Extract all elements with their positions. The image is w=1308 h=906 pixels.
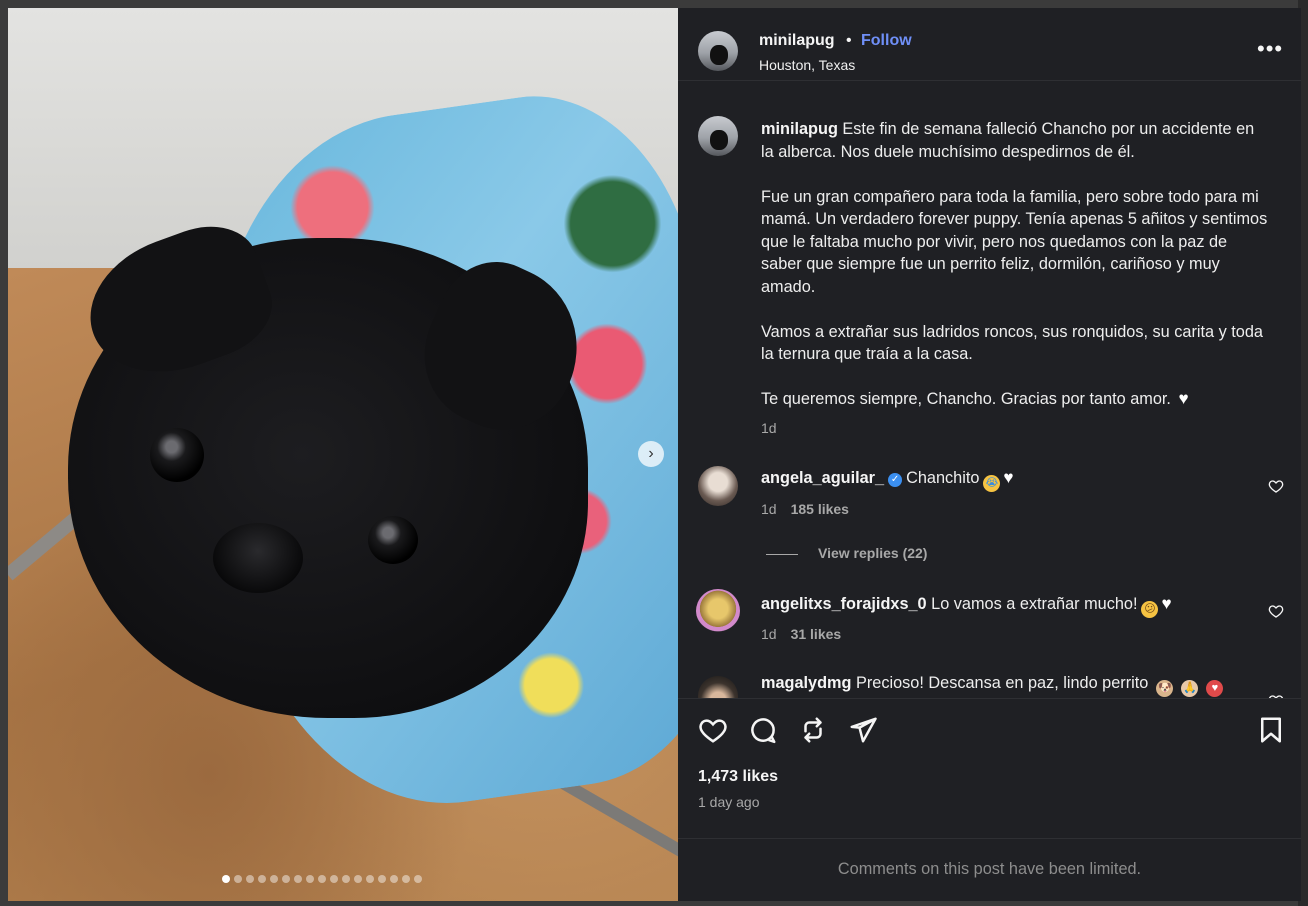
post-side-panel: minilapug • Follow Houston, Texas ••• mi… (678, 8, 1301, 901)
dog-face-emoji: 🐶 (1156, 680, 1174, 697)
carousel-indicator (222, 875, 422, 883)
comment-avatar[interactable] (696, 589, 740, 633)
crying-face-emoji: 😭 (983, 475, 1001, 492)
send-icon[interactable] (848, 715, 878, 745)
comment-avatar[interactable] (698, 676, 738, 698)
comments-limited-notice: Comments on this post have been limited. (837, 860, 1142, 878)
carousel-dot (366, 875, 374, 883)
avatar[interactable] (698, 31, 738, 71)
comment-body: Precioso! Descansa en paz, lindo perrito (856, 674, 1149, 692)
carousel-dot (354, 875, 362, 883)
comments-footer: Comments on this post have been limited. (678, 838, 1301, 901)
comment-avatar[interactable] (698, 466, 738, 506)
photo-pug-nose (213, 523, 303, 593)
caption-paragraph: Te queremos siempre, Chancho. Gracias po… (761, 390, 1171, 408)
post-modal: › minilapug • Follow Houston, Texas ••• … (8, 8, 1301, 901)
white-heart-emoji: ♥ (1161, 594, 1172, 613)
location-link[interactable]: Houston, Texas (759, 57, 855, 73)
post-timestamp[interactable]: 1 day ago (698, 794, 760, 810)
likes-count[interactable]: 1,473 likes (698, 768, 778, 786)
comment-like-heart-icon[interactable] (1268, 603, 1284, 619)
carousel-dot (294, 875, 302, 883)
carousel-dot (318, 875, 326, 883)
follow-button[interactable]: Follow (861, 32, 912, 50)
photo-pug-eye (368, 516, 418, 564)
comment-time[interactable]: 1d (761, 501, 777, 517)
carousel-dot (282, 875, 290, 883)
comment-username[interactable]: magalydmg (761, 674, 851, 692)
comment-body: Lo vamos a extrañar mucho! (931, 595, 1138, 613)
red-heart-emoji: ♥ (1206, 680, 1224, 697)
caption-timestamp[interactable]: 1d (761, 420, 777, 436)
carousel-dot (402, 875, 410, 883)
carousel-dot (246, 875, 254, 883)
folded-hands-emoji: 🙏 (1181, 680, 1199, 697)
caption-paragraph: Vamos a extrañar sus ladridos roncos, su… (761, 322, 1263, 364)
caption-avatar[interactable] (698, 116, 738, 156)
carousel-next-button[interactable]: › (638, 441, 664, 467)
comment-meta: 1d 31 likes (761, 626, 841, 642)
verified-badge-icon: ✓ (888, 473, 903, 487)
carousel-dot (234, 875, 242, 883)
comment-username[interactable]: angela_aguilar_ (761, 469, 884, 487)
carousel-dot (390, 875, 398, 883)
action-bar (678, 698, 1301, 754)
carousel-dot (306, 875, 314, 883)
comment-text: magalydmg Precioso! Descansa en paz, lin… (761, 674, 1224, 697)
carousel-dot (330, 875, 338, 883)
comment-meta: 1d 185 likes (761, 501, 849, 517)
comment-time[interactable]: 1d (761, 626, 777, 642)
separator-dot: • (846, 32, 852, 49)
more-options-icon[interactable]: ••• (1257, 38, 1283, 60)
comment-body: Chanchito (906, 469, 980, 487)
carousel-dot (414, 875, 422, 883)
comment-row-clipped: magalydmg Precioso! Descansa en paz, lin… (678, 668, 1301, 698)
photo-pug-eye (150, 428, 204, 482)
view-replies-label: View replies (22) (818, 545, 928, 561)
carousel-dot (270, 875, 278, 883)
carousel-dot (258, 875, 266, 883)
post-caption: minilapug Este fin de semana falleció Ch… (761, 118, 1271, 433)
comment-like-heart-icon[interactable] (1268, 478, 1284, 494)
post-header: minilapug • Follow Houston, Texas ••• (678, 8, 1301, 81)
comment-username[interactable]: angelitxs_forajidxs_0 (761, 595, 927, 613)
header-username[interactable]: minilapug (759, 32, 835, 50)
comment-likes[interactable]: 31 likes (791, 626, 842, 642)
caption-paragraph: Fue un gran compañero para toda la famil… (761, 187, 1268, 296)
post-image[interactable]: › (8, 8, 678, 901)
view-replies-button[interactable]: View replies (22) (766, 545, 927, 561)
confused-face-emoji: 😕 (1141, 601, 1159, 618)
heart-icon[interactable] (698, 715, 728, 745)
comment-likes[interactable]: 185 likes (791, 501, 849, 517)
comment-icon[interactable] (748, 715, 778, 745)
carousel-dot (342, 875, 350, 883)
bookmark-icon[interactable] (1256, 715, 1286, 745)
carousel-dot (222, 875, 230, 883)
caption-username[interactable]: minilapug (761, 120, 838, 138)
carousel-dot (378, 875, 386, 883)
repost-icon[interactable] (798, 715, 828, 745)
comment-text: angelitxs_forajidxs_0 Lo vamos a extraña… (761, 594, 1172, 618)
comment-text: angela_aguilar_ ✓ Chanchito 😭 ♥ (761, 468, 1014, 492)
white-heart-emoji: ♥ (1178, 389, 1189, 408)
white-heart-emoji: ♥ (1003, 468, 1014, 487)
